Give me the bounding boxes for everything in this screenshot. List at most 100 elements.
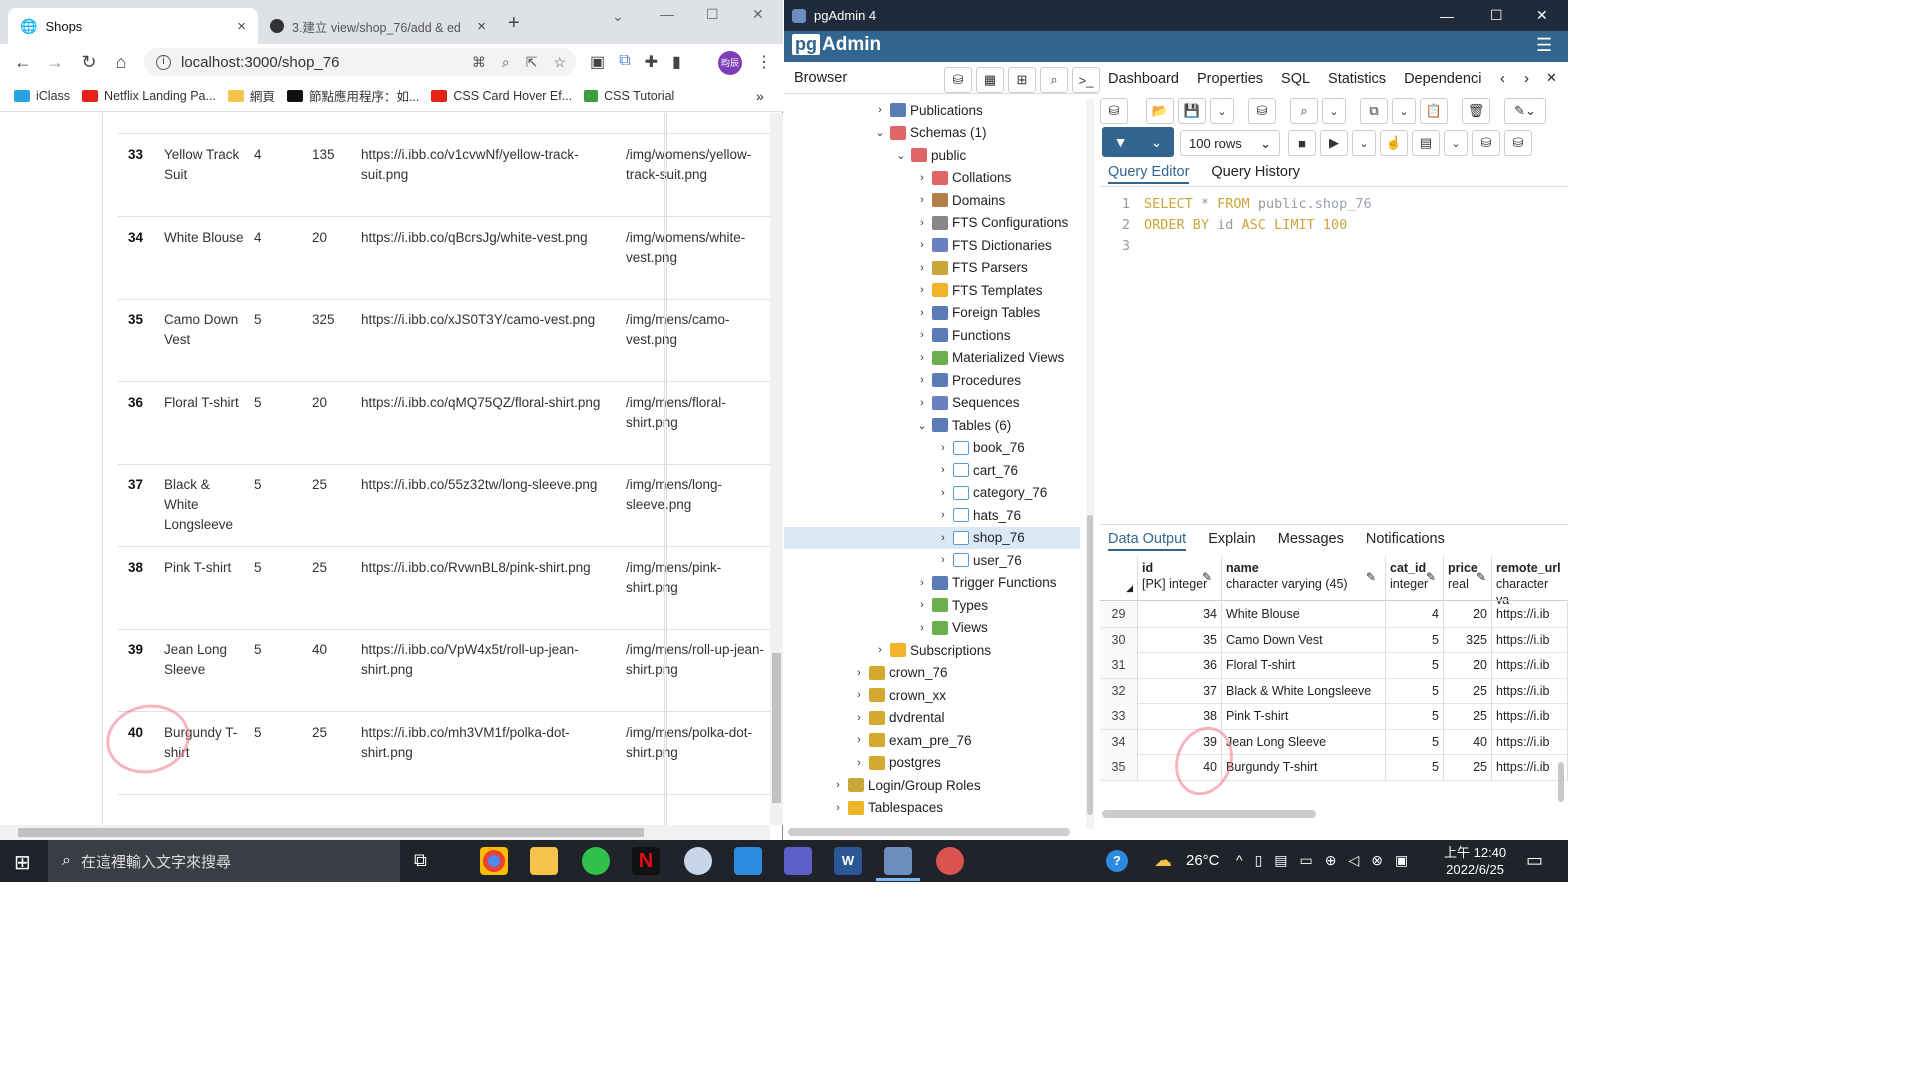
cell-price[interactable]: 20: [1444, 653, 1492, 678]
cell-cat-id[interactable]: 5: [1386, 653, 1444, 678]
chevron-right-icon[interactable]: ›: [853, 667, 865, 679]
tree-item-cart-76[interactable]: › cart_76: [784, 459, 1080, 482]
reload-icon[interactable]: ↻: [76, 50, 102, 74]
explain-analyze-icon[interactable]: ▤: [1412, 130, 1440, 156]
tree-item-domains[interactable]: › Domains: [784, 189, 1080, 212]
explain-dropdown-icon[interactable]: ⌄: [1444, 130, 1468, 156]
home-icon[interactable]: ⌂: [108, 50, 134, 74]
chevron-right-icon[interactable]: ›: [916, 194, 928, 206]
cell-name[interactable]: Camo Down Vest: [1222, 627, 1386, 653]
delete-icon[interactable]: 🗑: [1462, 98, 1490, 124]
chevron-right-icon[interactable]: ›: [937, 509, 949, 521]
execute-dropdown-icon[interactable]: ⌄: [1352, 130, 1376, 156]
tree-item-views[interactable]: › Views: [784, 617, 1080, 640]
rows-select[interactable]: 100 rows ⌄: [1180, 130, 1280, 156]
row-number[interactable]: 32: [1100, 678, 1138, 704]
chevron-right-icon[interactable]: ›: [916, 307, 928, 319]
tree-item-dvdrental[interactable]: › dvdrental: [784, 707, 1080, 730]
grid-row[interactable]: 33 38 Pink T-shirt 5 25 https://i.ib: [1100, 704, 1568, 730]
tab-statistics[interactable]: Statistics: [1328, 71, 1386, 87]
grid-header-remote-url[interactable]: remote_url character va: [1492, 556, 1568, 607]
zoom-icon[interactable]: ⌕: [502, 54, 510, 71]
cell-cat-id[interactable]: 5: [1386, 755, 1444, 780]
cell-id[interactable]: 34: [1138, 602, 1222, 627]
filter-table-icon[interactable]: ⊞: [1008, 67, 1036, 93]
cell-price[interactable]: 25: [1444, 755, 1492, 780]
tree-item-book-76[interactable]: › book_76: [784, 437, 1080, 460]
cell-remote-url[interactable]: https://i.ib: [1492, 627, 1568, 653]
cell-remote-url[interactable]: https://i.ib: [1492, 678, 1568, 704]
cell-price[interactable]: 40: [1444, 729, 1492, 755]
tree-item-functions[interactable]: › Functions: [784, 324, 1080, 347]
tab-properties[interactable]: Properties: [1197, 71, 1263, 87]
tree-item-foreign-tables[interactable]: › Foreign Tables: [784, 302, 1080, 325]
chevron-right-icon[interactable]: ›: [874, 644, 886, 656]
cell-price[interactable]: 25: [1444, 704, 1492, 729]
cell-name[interactable]: White Blouse: [1222, 602, 1386, 627]
tree-scrollbar[interactable]: [1086, 99, 1094, 829]
info-icon[interactable]: i: [156, 54, 171, 70]
database-icon[interactable]: ⛁: [1248, 98, 1276, 124]
vscode-app-icon[interactable]: [734, 847, 762, 875]
mute-icon[interactable]: ⊗: [1371, 852, 1383, 869]
chrome-app-icon[interactable]: [480, 847, 508, 875]
url-text[interactable]: localhost:3000/shop_76: [181, 54, 339, 71]
grid-scroll-thumb[interactable]: [1558, 762, 1564, 802]
chevron-right-icon[interactable]: ›: [832, 779, 844, 791]
cell-id[interactable]: 36: [1138, 653, 1222, 678]
find-dropdown-icon[interactable]: ⌄: [1322, 98, 1346, 124]
cell-cat-id[interactable]: 5: [1386, 729, 1444, 755]
chevron-right-icon[interactable]: ›: [916, 577, 928, 589]
chevron-right-icon[interactable]: ›: [1524, 70, 1529, 87]
tree-hscroll[interactable]: [788, 828, 1070, 836]
close-window-button[interactable]: ✕: [752, 6, 764, 23]
cell-name[interactable]: Burgundy T-shirt: [1222, 755, 1386, 780]
rollback-icon[interactable]: ⛁: [1504, 130, 1532, 156]
table-icon[interactable]: ▦: [976, 67, 1004, 93]
tab-explain[interactable]: Explain: [1208, 531, 1256, 551]
sql-editor[interactable]: 1 SELECT * FROM public.shop_76 2 ORDER BY i…: [1100, 192, 1568, 522]
volume-icon[interactable]: ◁: [1349, 852, 1360, 869]
chevron-right-icon[interactable]: ›: [832, 802, 844, 814]
chevron-right-icon[interactable]: ›: [916, 329, 928, 341]
grid-row[interactable]: 31 36 Floral T-shirt 5 20 https://i.ib: [1100, 653, 1568, 679]
chevron-right-icon[interactable]: ›: [937, 487, 949, 499]
database-connect-icon[interactable]: ⛁: [1100, 98, 1128, 124]
cell-id[interactable]: 35: [1138, 627, 1222, 653]
chat-extension-icon[interactable]: ▣: [590, 52, 605, 72]
cell-name[interactable]: Floral T-shirt: [1222, 653, 1386, 678]
cell-id[interactable]: 38: [1138, 704, 1222, 729]
tree-item-tables-6[interactable]: ⌄ Tables (6): [784, 414, 1080, 437]
tab-sql[interactable]: SQL: [1281, 71, 1310, 87]
line-app-icon[interactable]: [582, 847, 610, 875]
chevron-right-icon[interactable]: ›: [937, 464, 949, 476]
tree-item-trigger-functions[interactable]: › Trigger Functions: [784, 572, 1080, 595]
chevron-right-icon[interactable]: ›: [916, 239, 928, 251]
bookmark-dev[interactable]: 節點應用程序：如...: [286, 86, 419, 105]
tree-item-postgres[interactable]: › postgres: [784, 752, 1080, 775]
chevron-right-icon[interactable]: ›: [853, 734, 865, 746]
weather-icon[interactable]: ☁: [1154, 850, 1172, 871]
ime-icon[interactable]: ▣: [1395, 852, 1408, 869]
save-dropdown-icon[interactable]: ⌄: [1210, 98, 1234, 124]
tree-item-crown-xx[interactable]: › crown_xx: [784, 684, 1080, 707]
grid-row[interactable]: 32 37 Black & White Longsleeve 5 25 https://i…: [1100, 678, 1568, 704]
chevron-right-icon[interactable]: ›: [853, 712, 865, 724]
tree-item-procedures[interactable]: › Procedures: [784, 369, 1080, 392]
execute-icon[interactable]: ▶: [1320, 130, 1348, 156]
filter-button[interactable]: ▼ ⌄: [1102, 127, 1174, 157]
terminal-icon[interactable]: >_: [1072, 67, 1100, 93]
tree-item-crown-76[interactable]: › crown_76: [784, 662, 1080, 685]
tab-github[interactable]: 3.建立 view/shop_76/add & ed ×: [258, 8, 498, 44]
grid-row[interactable]: 29 34 White Blouse 4 20 https://i.ib: [1100, 602, 1568, 628]
tree-item-sequences[interactable]: › Sequences: [784, 392, 1080, 415]
maximize-button[interactable]: ☐: [706, 6, 719, 23]
vertical-scrollbar[interactable]: [770, 113, 783, 825]
bookmark-netflix[interactable]: Netflix Landing Pa...: [82, 89, 216, 103]
close-tab-icon[interactable]: ×: [477, 18, 486, 35]
teams-app-icon[interactable]: [784, 847, 812, 875]
chevron-right-icon[interactable]: ›: [916, 397, 928, 409]
tree-item-shop-76[interactable]: › shop_76: [784, 526, 1080, 549]
chevron-down-icon[interactable]: ⌄: [895, 149, 907, 162]
grid-header-name[interactable]: name character varying (45): [1222, 556, 1386, 600]
